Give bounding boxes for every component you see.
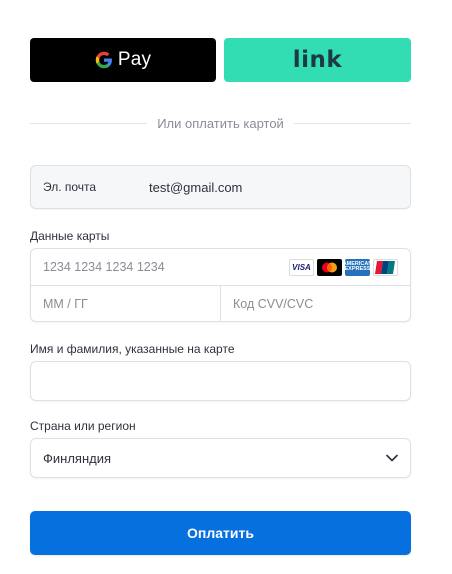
email-label: Эл. почта <box>43 180 97 194</box>
cvc-field[interactable]: Код CVV/CVC <box>221 286 410 322</box>
chevron-down-icon <box>386 454 398 462</box>
google-pay-label: Pay <box>117 49 152 70</box>
mastercard-icon <box>317 258 342 276</box>
card-details-label: Данные карты <box>30 229 110 243</box>
cvc-placeholder: Код CVV/CVC <box>233 297 314 311</box>
email-field[interactable]: Эл. почта test@gmail.com <box>30 165 411 209</box>
email-value: test@gmail.com <box>149 179 243 195</box>
mastercard-circles <box>322 262 337 272</box>
or-pay-by-card-divider: Или оплатить картой <box>30 113 412 133</box>
wallet-buttons-row: Pay link <box>30 38 411 82</box>
amex-icon: AMERICAN EXPRESS <box>342 258 373 276</box>
cardholder-name-input[interactable] <box>30 361 411 401</box>
country-selected-value: Финляндия <box>43 450 112 466</box>
google-g-icon <box>95 51 112 69</box>
visa-icon: VISA <box>289 258 314 276</box>
card-number-field[interactable]: 1234 1234 1234 1234 VISA AMERICAN EXPRES… <box>31 249 410 286</box>
card-number-placeholder: 1234 1234 1234 1234 <box>43 260 165 274</box>
pay-button[interactable]: Оплатить <box>30 511 411 555</box>
divider-line-left <box>30 122 148 124</box>
expiry-placeholder: MM / ГГ <box>43 297 88 311</box>
cardholder-name-label: Имя и фамилия, указанные на карте <box>30 342 235 356</box>
country-label: Страна или регион <box>30 419 136 433</box>
unionpay-stripes <box>375 260 395 274</box>
link-logo-text: link <box>292 47 343 73</box>
divider-text: Или оплатить картой <box>157 115 284 131</box>
google-pay-button[interactable]: Pay <box>30 38 216 82</box>
unionpay-icon <box>373 258 398 276</box>
pay-button-label: Оплатить <box>187 525 254 541</box>
link-pay-button[interactable]: link <box>224 38 411 82</box>
card-second-row: MM / ГГ Код CVV/CVC <box>31 286 410 322</box>
country-select[interactable]: Финляндия <box>30 438 411 478</box>
card-brands: VISA AMERICAN EXPRESS <box>289 258 398 276</box>
expiry-field[interactable]: MM / ГГ <box>31 286 221 322</box>
card-details-group: 1234 1234 1234 1234 VISA AMERICAN EXPRES… <box>30 248 411 322</box>
visa-icon-text: VISA <box>292 262 311 272</box>
amex-icon-text: AMERICAN EXPRESS <box>342 261 373 272</box>
divider-line-right <box>293 122 412 124</box>
